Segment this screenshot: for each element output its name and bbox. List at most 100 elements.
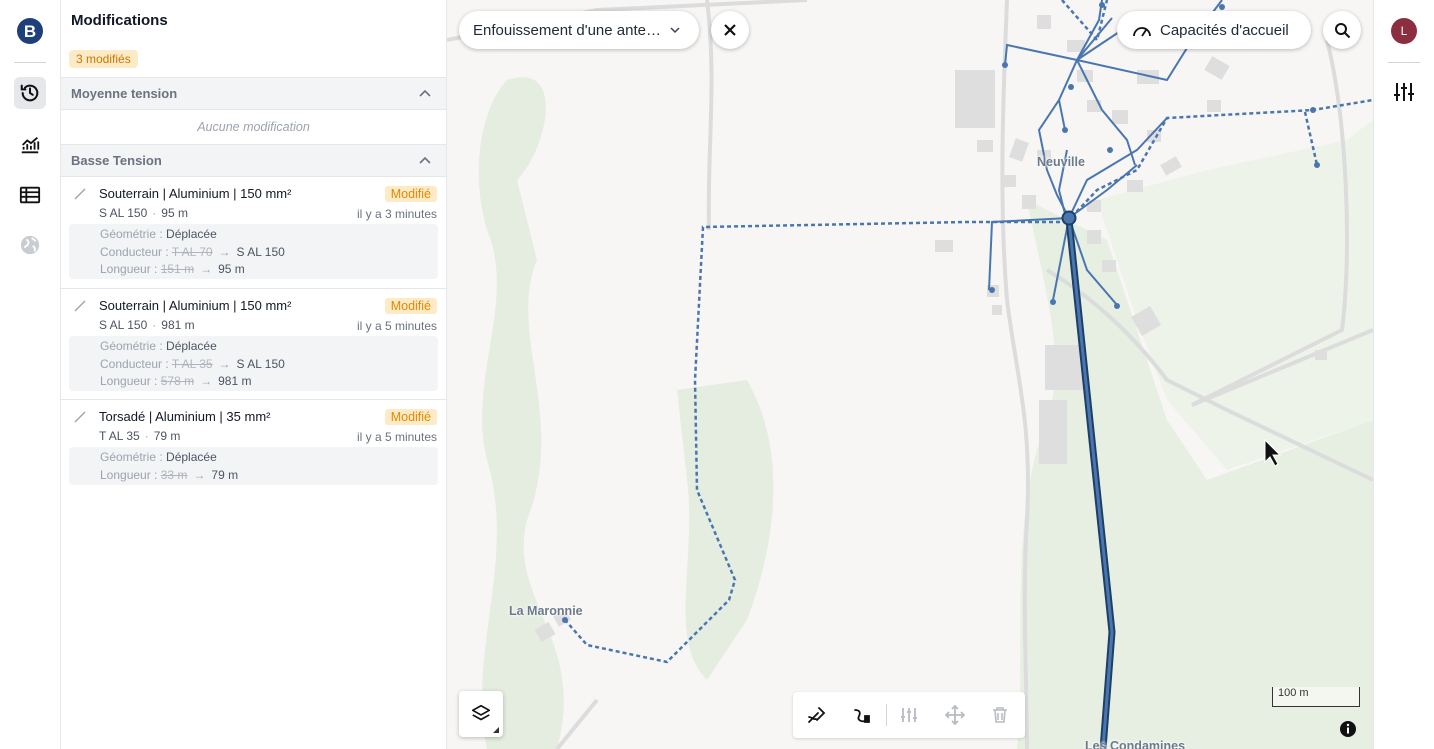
move-icon — [945, 705, 965, 725]
edit-toolbar — [793, 692, 1025, 738]
delete-button[interactable] — [988, 703, 1012, 727]
pencil-icon — [74, 300, 86, 312]
gauge-icon — [1133, 27, 1151, 37]
section-moyenne-tension[interactable]: Moyenne tension — [61, 77, 446, 110]
left-rail: B — [0, 0, 61, 749]
layers-button[interactable] — [459, 691, 503, 737]
new-value: 981 m — [218, 374, 252, 388]
modification-item[interactable]: Souterrain | Aluminium | 150 mm² Modifié… — [61, 177, 446, 289]
globe-button[interactable] — [14, 229, 46, 261]
empty-message: Aucune modification — [197, 120, 310, 134]
length-label: Longueur : — [100, 374, 158, 388]
timestamp: il y a 5 minutes — [356, 319, 437, 333]
avatar[interactable]: L — [1391, 18, 1417, 44]
modification-item[interactable]: Souterrain | Aluminium | 150 mm² Modifié… — [61, 289, 446, 400]
item-summary: S AL 150 · 95 m — [99, 206, 188, 220]
geometry-label: Géométrie : — [100, 227, 163, 241]
search-button[interactable] — [1323, 11, 1361, 49]
conductor-row: Conducteur : T AL 35 → S AL 150 — [100, 356, 438, 374]
history-icon — [20, 84, 39, 102]
geometry-value: Déplacée — [166, 227, 217, 241]
length-value: 95 m — [161, 206, 188, 220]
new-value: 79 m — [211, 467, 239, 482]
chevron-up-icon[interactable] — [418, 154, 432, 168]
length-value: 79 m — [153, 429, 181, 443]
arrow-right-icon: → — [218, 244, 231, 259]
geometry-value: Déplacée — [166, 339, 217, 353]
item-summary: S AL 150 · 981 m — [99, 318, 195, 332]
modification-item[interactable]: Torsadé | Aluminium | 35 mm² Modifié T A… — [61, 400, 446, 494]
draw-line-button[interactable] — [805, 703, 829, 727]
analytics-button[interactable] — [14, 129, 46, 161]
old-value: 33 m — [160, 467, 188, 482]
old-value: T AL 35 — [171, 356, 213, 371]
length-row: Longueur : 151 m → 95 m — [100, 261, 438, 279]
timestamp: il y a 5 minutes — [356, 430, 437, 444]
timestamp: il y a 3 minutes — [356, 207, 437, 221]
geometry-row: Géométrie : Déplacée — [100, 226, 438, 244]
history-button[interactable] — [14, 77, 46, 109]
map-canvas[interactable] — [447, 0, 1373, 749]
separator-dot: · — [152, 318, 157, 332]
arrow-right-icon: → — [218, 356, 231, 371]
length-row: Longueur : 578 m → 981 m — [100, 373, 438, 391]
geometry-row: Géométrie : Déplacée — [100, 338, 438, 356]
separator-dot: · — [144, 429, 149, 443]
globe-icon — [20, 235, 40, 255]
old-value: 151 m — [160, 262, 195, 276]
status-badge: Modifié — [384, 409, 437, 425]
conductor-label: Conducteur : — [100, 244, 169, 259]
connect-button[interactable] — [850, 703, 874, 727]
conductor-code: T AL 35 — [99, 429, 140, 443]
svg-text:B: B — [24, 22, 36, 41]
search-icon — [1334, 22, 1350, 38]
item-title: Torsadé | Aluminium | 35 mm² — [99, 409, 271, 424]
chevron-up-icon[interactable] — [418, 87, 432, 101]
conductor-label: Conducteur : — [100, 356, 169, 371]
move-button[interactable] — [943, 703, 967, 727]
draw-line-icon — [808, 707, 826, 723]
pencil-icon — [74, 188, 86, 200]
capacity-button[interactable]: Capacités d'accueil — [1117, 11, 1311, 49]
conductor-code: S AL 150 — [99, 206, 148, 220]
connect-icon — [854, 709, 870, 723]
length-label: Longueur : — [100, 467, 158, 482]
logo-icon[interactable]: B — [16, 17, 44, 45]
section-title: Moyenne tension — [71, 86, 178, 101]
place-label-neuville: Neuville — [1037, 155, 1085, 169]
place-label-la-maronnie: La Maronnie — [509, 604, 583, 618]
adjust-icon — [901, 708, 917, 722]
length-value: 981 m — [161, 318, 195, 332]
section-title: Basse Tension — [71, 153, 162, 168]
new-value: S AL 150 — [236, 356, 285, 371]
modifications-panel: Modifications 3 modifiés Moyenne tension… — [61, 0, 447, 749]
trash-icon — [993, 707, 1007, 723]
rail-separator — [1388, 62, 1420, 63]
layers-icon — [471, 704, 491, 721]
arrow-right-icon: → — [200, 262, 213, 276]
details-box: Géométrie : Déplacée Conducteur : T AL 7… — [69, 224, 438, 279]
conductor-code: S AL 150 — [99, 318, 148, 332]
geometry-row: Géométrie : Déplacée — [100, 449, 438, 467]
new-value: 95 m — [218, 262, 245, 276]
project-select[interactable]: Enfouissement d'une ante… — [459, 11, 699, 49]
length-row: Longueur : 33 m → 79 m — [100, 467, 438, 485]
capacity-button-label: Capacités d'accueil — [1160, 21, 1289, 39]
rail-separator — [14, 62, 46, 63]
forest-area — [677, 380, 774, 680]
section-basse-tension[interactable]: Basse Tension — [61, 144, 446, 177]
settings-sliders-icon[interactable] — [1393, 81, 1415, 103]
panel-title: Modifications — [71, 12, 168, 29]
old-value: 578 m — [160, 374, 195, 388]
details-box: Géométrie : Déplacée Longueur : 33 m → 79 … — [69, 447, 438, 485]
arrow-right-icon: → — [193, 467, 206, 482]
selected-node — [1061, 210, 1077, 226]
place-label-les-condamines: Les Condamines — [1085, 739, 1186, 749]
adjust-button[interactable] — [897, 703, 921, 727]
geometry-label: Géométrie : — [100, 339, 163, 353]
close-project-button[interactable] — [711, 11, 749, 49]
table-button[interactable] — [14, 179, 46, 211]
item-summary: T AL 35 · 79 m — [99, 429, 180, 443]
info-icon[interactable] — [1338, 719, 1358, 739]
map-view[interactable]: Neuville La Maronnie Les Condamines Enfo… — [447, 0, 1373, 749]
